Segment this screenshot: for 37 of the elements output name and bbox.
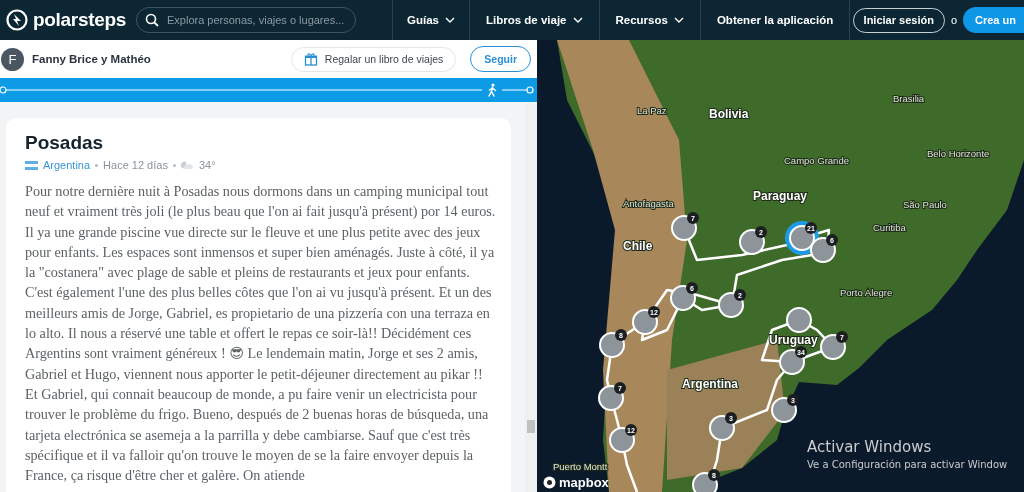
map-country-label: Argentina — [682, 377, 738, 391]
map-city-label: Puerto Montt — [553, 461, 608, 472]
map-city-label: La Paz — [637, 105, 667, 116]
map-country-label: Bolivia — [709, 107, 749, 121]
map-city-label: São Paulo — [903, 199, 947, 210]
mapbox-logo[interactable]: mapbox — [543, 475, 609, 490]
time-ago: Hace 12 días — [103, 159, 168, 171]
logo-text[interactable]: polarsteps — [33, 9, 127, 31]
walking-person-icon — [487, 83, 497, 97]
map-country-label: Uruguay — [769, 333, 818, 347]
argentina-flag-icon — [25, 160, 38, 170]
separator-dot — [172, 163, 176, 167]
temperature: 34° — [198, 159, 216, 171]
map-city-label: Antofagasta — [623, 198, 674, 209]
map-city-label: Brasilia — [893, 93, 925, 104]
cloud-moon-icon — [180, 160, 194, 170]
map-city-label: Porto Alegre — [840, 287, 893, 298]
avatar: F — [1, 47, 24, 71]
separator-dot — [95, 163, 99, 167]
map-city-label: Belo Horizonte — [927, 148, 990, 159]
map-city-label: Curitiba — [873, 222, 906, 233]
or-text: o — [950, 14, 958, 26]
scrollbar[interactable] — [525, 104, 537, 492]
step-story-text: Pour notre dernière nuit à Posadas nous dormons dans un camping municipal tout neuf et vraiment très joli (le plus beau que l'on ai fait jusqu'à présent) por 14 euros. Il ya une grande piscine vue directe sur le fleuve et une plus petite avec des jeux pour enfants. Les espaces sont inmensos et super bien aménagés. Juste à côté, il ya la "costanera" avec plage de sable et pleins de restaurants et jeux pour enfants. C'est également l'une des plus belles côtes que l'on ai vu jusqu'à présent. Et un des meilleurs amis de Jorge, Gabriel, es propietario de una pizzería con una terraza en lo alto. Il nous a réservé une table et offert le repas ce soir-là!! Décidément ces Argentins sont vraiment généreux ! 😎 Le lendemain matin, Jorge et ses 2 amis, Gabriel et Hugo, viennent nous apporter le petit-déjeuner directement au pikar !! Et Gabriel, qui connait beaucoup de monde, a pu faire venir un electricista pour trouver le problème du frigo. Bueno, después de 2 buenas horas de búsqueda, una tarjeta electrónica se asemeja a la parrilla y debe cambiarse. Sauf que c'est très spécifique et il va falloir qu'on trouve le moyen de se la faire envoyer depuis la France, ça risque d'être cher et galère. On atiende — [25, 182, 497, 486]
search-field[interactable]: Explora personas, viajes o lugares... — [136, 7, 356, 33]
gift-book-button[interactable]: Regalar un libro de viajes — [290, 46, 457, 72]
gift-icon — [303, 52, 318, 66]
map-country-label: Chile — [623, 239, 653, 253]
map-city-label: Campo Grande — [784, 155, 849, 166]
map-country-label: Paraguay — [753, 189, 808, 203]
step-title: Posadas — [25, 132, 105, 154]
windows-activation-text: Ve a Configuración para activar Window — [807, 459, 1008, 470]
mapbox-logo-icon — [543, 476, 556, 489]
author-name[interactable]: Fanny Brice y Mathéo — [32, 53, 151, 65]
follow-button[interactable]: Seguir — [470, 46, 531, 72]
windows-activation-title: Activar Windows — [807, 438, 933, 456]
search-icon — [145, 13, 159, 27]
